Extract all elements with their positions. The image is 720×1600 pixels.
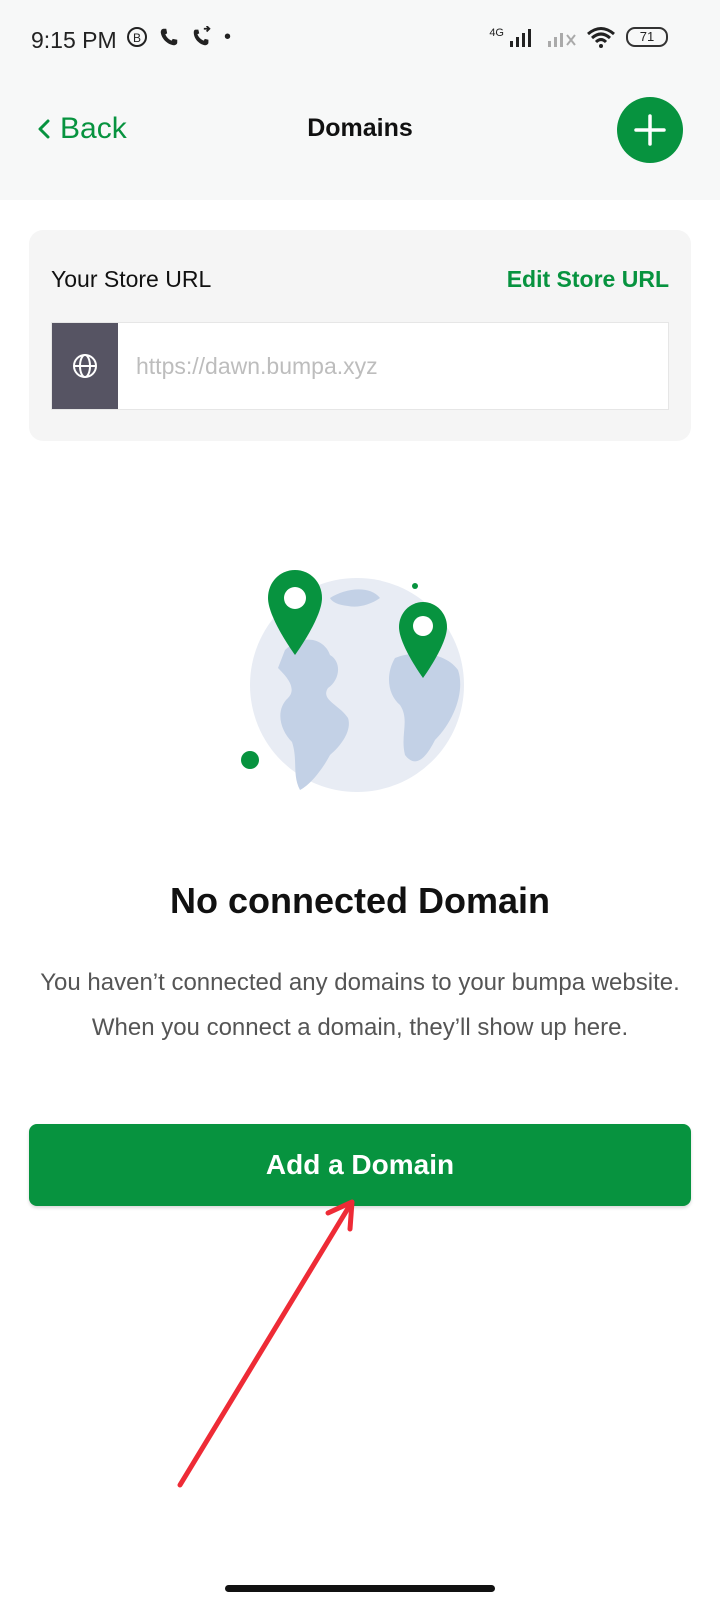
add-domain-button[interactable]: Add a Domain [29, 1124, 691, 1206]
network-type-label: 4G [489, 27, 504, 39]
dot-small-decoration [412, 583, 418, 589]
empty-state-description: You haven’t connected any domains to you… [40, 969, 680, 1041]
store-url-label: Your Store URL [51, 266, 212, 292]
svg-text:B: B [133, 31, 141, 45]
store-url-field [51, 322, 669, 410]
signal-off-icon [548, 33, 576, 47]
b-badge-icon: B [127, 27, 147, 47]
wifi-icon [587, 27, 615, 48]
empty-state-title: No connected Domain [169, 880, 551, 921]
edit-store-url-link[interactable]: Edit Store URL [507, 266, 669, 293]
plus-icon [634, 114, 666, 146]
store-url-card: Your Store URL Edit Store URL [29, 230, 691, 441]
signal-icon [510, 29, 531, 47]
battery-indicator: 71 [626, 27, 668, 47]
home-indicator[interactable] [225, 1585, 495, 1592]
dot-decoration [241, 751, 259, 769]
annotation-arrow-icon [177, 1199, 355, 1488]
status-icons-right: 4G 71 [489, 26, 668, 48]
globe-icon [73, 354, 97, 378]
globe-illustration [241, 570, 464, 792]
store-url-input[interactable] [118, 323, 668, 409]
status-time: 9:15 PM [31, 27, 117, 53]
status-icons-left: B • [126, 26, 231, 48]
call-forward-icon [193, 26, 211, 46]
page-title: Domains [307, 114, 413, 142]
add-domain-fab[interactable] [617, 97, 683, 163]
dot-indicator: • [224, 26, 232, 48]
url-globe-box [52, 323, 118, 409]
header: Back Domains [0, 82, 720, 200]
phone-icon [160, 28, 178, 46]
status-bar: 9:15 PM B • 4G 71 [0, 0, 720, 82]
